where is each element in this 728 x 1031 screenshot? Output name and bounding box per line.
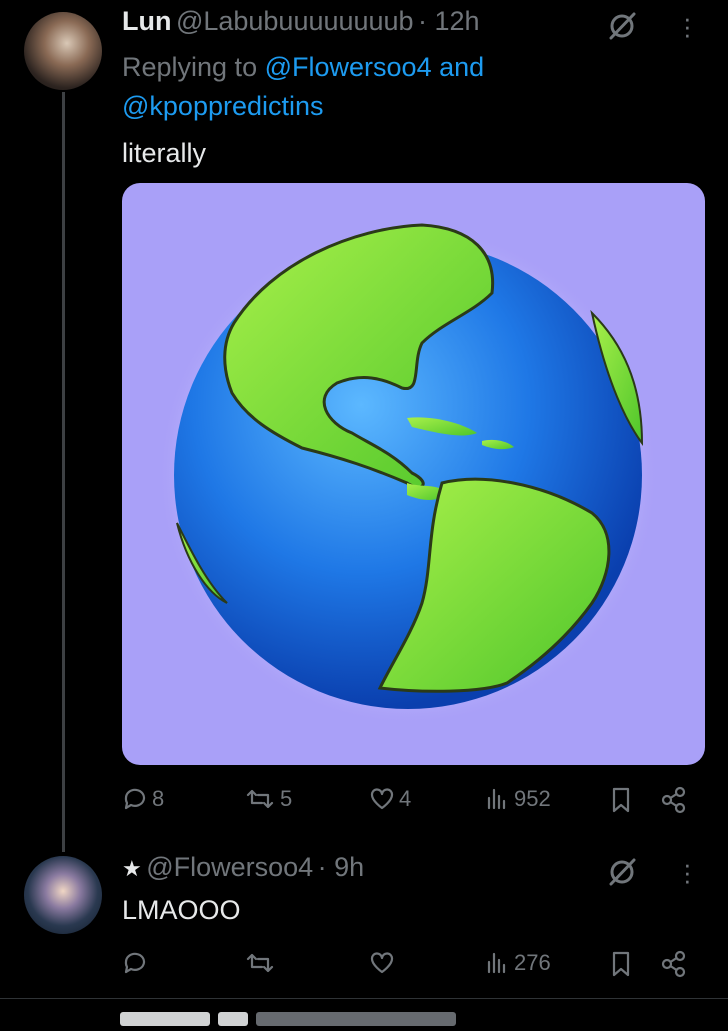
share-icon xyxy=(661,950,686,978)
reply-button[interactable]: 8 xyxy=(122,786,164,812)
thread-line xyxy=(62,92,65,852)
repost-button[interactable] xyxy=(244,950,280,976)
avatar[interactable] xyxy=(24,856,102,934)
earth-globe-image xyxy=(158,223,658,725)
tweet-media[interactable] xyxy=(122,183,705,765)
avatar[interactable] xyxy=(24,12,102,90)
share-icon xyxy=(661,786,686,814)
repost-button[interactable]: 5 xyxy=(244,786,292,812)
timestamp[interactable]: · 9h xyxy=(318,852,365,882)
bookmark-icon xyxy=(612,787,630,813)
replying-user-link[interactable]: @kpoppredictins xyxy=(122,91,324,121)
replying-to-line2: @kpoppredictins xyxy=(122,91,324,122)
bookmark-button[interactable] xyxy=(608,950,634,978)
views-button[interactable]: 276 xyxy=(484,950,551,976)
tweet-header: Lun @Labubuuuuuuuub · 12h xyxy=(122,6,480,37)
bookmark-icon xyxy=(612,951,630,977)
user-handle[interactable]: @Labubuuuuuuuub xyxy=(176,6,414,36)
repost-icon xyxy=(246,953,274,973)
display-name[interactable]: Lun xyxy=(122,6,171,36)
tweet-actions: 8 5 4 952 xyxy=(122,782,702,822)
views-button[interactable]: 952 xyxy=(484,786,551,812)
like-button[interactable] xyxy=(369,950,399,976)
more-icon[interactable]: · · · xyxy=(683,851,692,893)
more-icon[interactable]: · · · xyxy=(683,5,692,47)
tweet-header: ★ @Flowersoo4 · 9h xyxy=(122,852,364,883)
share-button[interactable] xyxy=(660,950,688,978)
tweet-divider xyxy=(0,998,728,999)
reply-icon xyxy=(124,952,146,974)
heart-icon xyxy=(370,952,394,974)
reply-icon xyxy=(124,788,146,810)
replying-prefix: Replying to xyxy=(122,52,258,82)
bookmark-button[interactable] xyxy=(608,786,634,814)
views-count: 952 xyxy=(514,786,551,811)
replying-and: and xyxy=(439,52,485,82)
heart-icon xyxy=(370,788,394,810)
verified-badge: ★ xyxy=(122,856,142,881)
share-button[interactable] xyxy=(660,786,688,814)
reply-count: 8 xyxy=(152,786,165,811)
tweet-text: LMAOOO xyxy=(122,895,241,925)
like-count: 4 xyxy=(399,786,412,811)
repost-count: 5 xyxy=(280,786,293,811)
replying-to: Replying to @Flowersoo4 and xyxy=(122,52,484,83)
grok-icon[interactable] xyxy=(607,857,637,887)
views-icon xyxy=(487,952,506,974)
user-handle[interactable]: @Flowersoo4 xyxy=(146,852,313,882)
tweet-actions: 276 xyxy=(122,946,702,986)
grok-icon[interactable] xyxy=(607,11,637,41)
views-count: 276 xyxy=(514,950,551,975)
views-icon xyxy=(487,788,506,810)
reply-button[interactable] xyxy=(122,950,152,976)
replying-user-link[interactable]: @Flowersoo4 xyxy=(265,52,432,82)
like-button[interactable]: 4 xyxy=(369,786,411,812)
repost-icon xyxy=(246,789,274,809)
timestamp[interactable]: · 12h xyxy=(418,6,480,36)
tweet-text: literally xyxy=(122,138,207,168)
